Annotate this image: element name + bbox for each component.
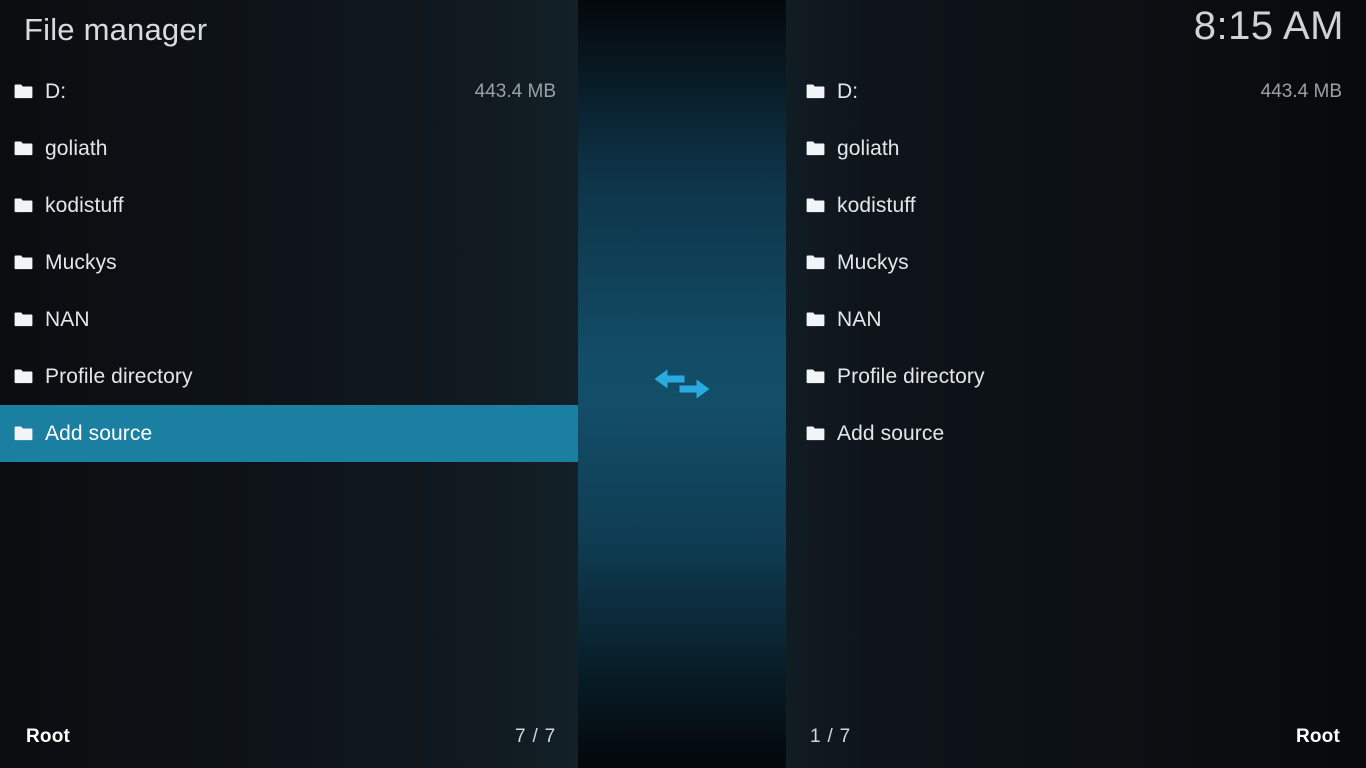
left-file-list: D: 443.4 MB goliath kodistuff Muckys NAN Profi…	[0, 63, 578, 703]
file-name: kodistuff	[837, 193, 916, 217]
folder-icon	[14, 312, 33, 327]
right-item-count: 1 / 7	[810, 726, 851, 747]
pane-swap-divider[interactable]	[578, 0, 786, 768]
file-name: Muckys	[837, 250, 909, 274]
right-file-list: D: 443.4 MB goliath kodistuff Muckys NAN Profi…	[786, 63, 1366, 703]
folder-icon	[14, 198, 33, 213]
file-name: Muckys	[45, 250, 117, 274]
file-name: D:	[837, 79, 859, 103]
file-name: Add source	[837, 421, 945, 445]
file-row[interactable]: goliath	[786, 120, 1366, 177]
file-row[interactable]: Muckys	[786, 234, 1366, 291]
folder-icon	[806, 141, 825, 156]
left-current-path: Root	[26, 726, 71, 747]
clock: 8:15 AM	[1193, 4, 1344, 48]
folder-icon	[14, 255, 33, 270]
file-row[interactable]: NAN	[786, 291, 1366, 348]
folder-icon	[14, 369, 33, 384]
file-row[interactable]: D: 443.4 MB	[786, 63, 1366, 120]
folder-icon	[14, 84, 33, 99]
file-name: Add source	[45, 421, 153, 445]
left-file-pane: File manager D: 443.4 MB goliath kodistuff M…	[0, 0, 578, 768]
right-file-pane: 8:15 AM D: 443.4 MB goliath kodistuff Muckys…	[786, 0, 1366, 768]
left-item-count: 7 / 7	[515, 726, 556, 747]
file-row[interactable]: Add source	[0, 405, 578, 462]
file-row[interactable]: kodistuff	[786, 177, 1366, 234]
file-row[interactable]: D: 443.4 MB	[0, 63, 578, 120]
file-size: 443.4 MB	[474, 80, 556, 102]
file-name: goliath	[45, 136, 108, 160]
file-size: 443.4 MB	[1260, 80, 1342, 102]
file-row[interactable]: Profile directory	[786, 348, 1366, 405]
file-row[interactable]: Muckys	[0, 234, 578, 291]
file-name: NAN	[45, 307, 90, 331]
file-row[interactable]: Add source	[786, 405, 1366, 462]
folder-icon	[806, 426, 825, 441]
folder-icon	[14, 141, 33, 156]
file-row[interactable]: kodistuff	[0, 177, 578, 234]
swap-horizontal-arrows-icon[interactable]	[654, 360, 710, 408]
file-row[interactable]: Profile directory	[0, 348, 578, 405]
folder-icon	[806, 255, 825, 270]
folder-icon	[806, 84, 825, 99]
folder-icon	[806, 198, 825, 213]
file-name: NAN	[837, 307, 882, 331]
file-manager-window: File manager D: 443.4 MB goliath kodistuff M…	[0, 0, 1366, 768]
right-status-bar: 1 / 7 Root	[786, 706, 1366, 768]
folder-icon	[14, 426, 33, 441]
file-row[interactable]: NAN	[0, 291, 578, 348]
folder-icon	[806, 369, 825, 384]
file-name: kodistuff	[45, 193, 124, 217]
right-current-path: Root	[1295, 726, 1340, 747]
file-name: D:	[45, 79, 67, 103]
file-name: Profile directory	[45, 364, 193, 388]
page-title: File manager	[24, 12, 208, 47]
folder-icon	[806, 312, 825, 327]
file-row[interactable]: goliath	[0, 120, 578, 177]
left-status-bar: Root 7 / 7	[0, 706, 578, 768]
file-name: goliath	[837, 136, 900, 160]
file-name: Profile directory	[837, 364, 985, 388]
